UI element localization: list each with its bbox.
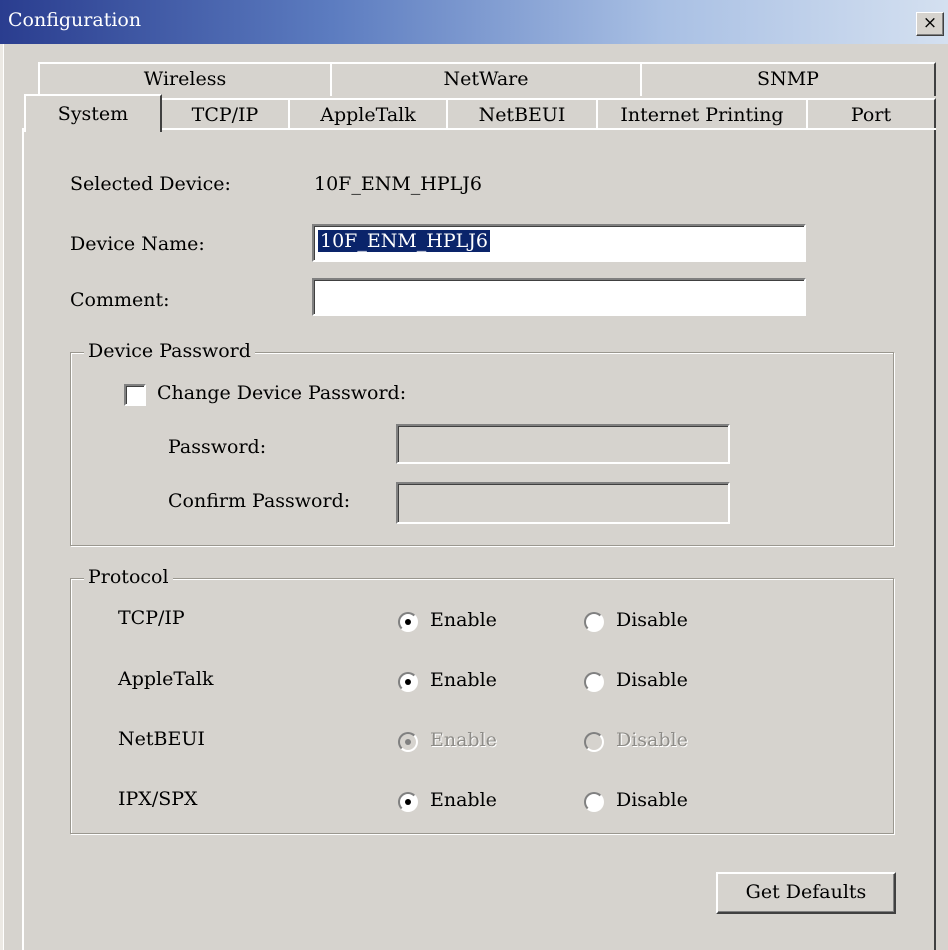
window-title: Configuration [8, 9, 142, 31]
tab-snmp[interactable]: SNMP [640, 62, 936, 96]
tab-label: Port [850, 104, 892, 126]
tab-label: TCP/IP [191, 104, 259, 126]
ipxspx-enable-radio[interactable] [398, 792, 418, 812]
netbeui-enable-label: Enable [430, 729, 497, 751]
tcpip-disable-label: Disable [616, 609, 688, 631]
tcpip-enable-label: Enable [430, 609, 497, 631]
appletalk-enable-label: Enable [430, 669, 497, 691]
protocol-name-netbeui: NetBEUI [118, 728, 205, 750]
selected-device-label: Selected Device: [70, 173, 231, 195]
confirm-password-field[interactable] [396, 482, 730, 524]
tab-tcpip[interactable]: TCP/IP [160, 98, 290, 130]
tcpip-enable-radio[interactable] [398, 612, 418, 632]
tab-label: NetBEUI [478, 104, 566, 126]
appletalk-disable-radio[interactable] [584, 672, 604, 692]
tab-port[interactable]: Port [806, 98, 936, 130]
device-name-field[interactable]: 10F_ENM_HPLJ6 [312, 224, 806, 262]
tab-label: NetWare [443, 68, 529, 90]
comment-label: Comment: [70, 289, 170, 311]
device-password-group-title: Device Password [84, 340, 255, 362]
tab-label: System [57, 103, 129, 125]
tab-appletalk[interactable]: AppleTalk [288, 98, 448, 130]
ipxspx-enable-label: Enable [430, 789, 497, 811]
tcpip-disable-radio[interactable] [584, 612, 604, 632]
close-icon: × [922, 13, 938, 33]
close-button[interactable]: × [916, 12, 944, 36]
panel-top-edge [162, 128, 936, 130]
password-field[interactable] [396, 424, 730, 464]
selected-device-value: 10F_ENM_HPLJ6 [314, 173, 482, 195]
tab-netbeui[interactable]: NetBEUI [446, 98, 598, 130]
password-label: Password: [168, 436, 267, 458]
tab-netware[interactable]: NetWare [330, 62, 642, 96]
appletalk-enable-radio[interactable] [398, 672, 418, 692]
netbeui-disable-radio[interactable] [584, 732, 604, 752]
confirm-password-label: Confirm Password: [168, 490, 351, 512]
ipxspx-disable-radio[interactable] [584, 792, 604, 812]
tab-wireless[interactable]: Wireless [38, 62, 332, 96]
tab-label: AppleTalk [320, 104, 416, 126]
window-frame [0, 44, 4, 950]
tab-label: SNMP [757, 68, 819, 90]
tab-system[interactable]: System [24, 94, 162, 132]
device-name-value: 10F_ENM_HPLJ6 [318, 230, 490, 252]
tab-label: Wireless [143, 68, 227, 90]
get-defaults-button[interactable]: Get Defaults [716, 872, 896, 914]
change-password-label: Change Device Password: [157, 382, 407, 404]
title-bar: Configuration × [0, 0, 948, 44]
protocol-group-title: Protocol [84, 566, 173, 588]
device-name-label: Device Name: [70, 233, 205, 255]
change-password-checkbox[interactable] [124, 384, 146, 406]
netbeui-disable-label: Disable [616, 729, 688, 751]
tab-label: Internet Printing [620, 104, 784, 126]
get-defaults-label: Get Defaults [745, 881, 867, 903]
ipxspx-disable-label: Disable [616, 789, 688, 811]
protocol-name-tcpip: TCP/IP [118, 607, 185, 629]
protocol-name-ipxspx: IPX/SPX [118, 788, 198, 810]
protocol-name-appletalk: AppleTalk [118, 668, 214, 690]
comment-field[interactable] [312, 278, 806, 316]
tab-internet-printing[interactable]: Internet Printing [596, 98, 808, 130]
appletalk-disable-label: Disable [616, 669, 688, 691]
netbeui-enable-radio[interactable] [398, 732, 418, 752]
